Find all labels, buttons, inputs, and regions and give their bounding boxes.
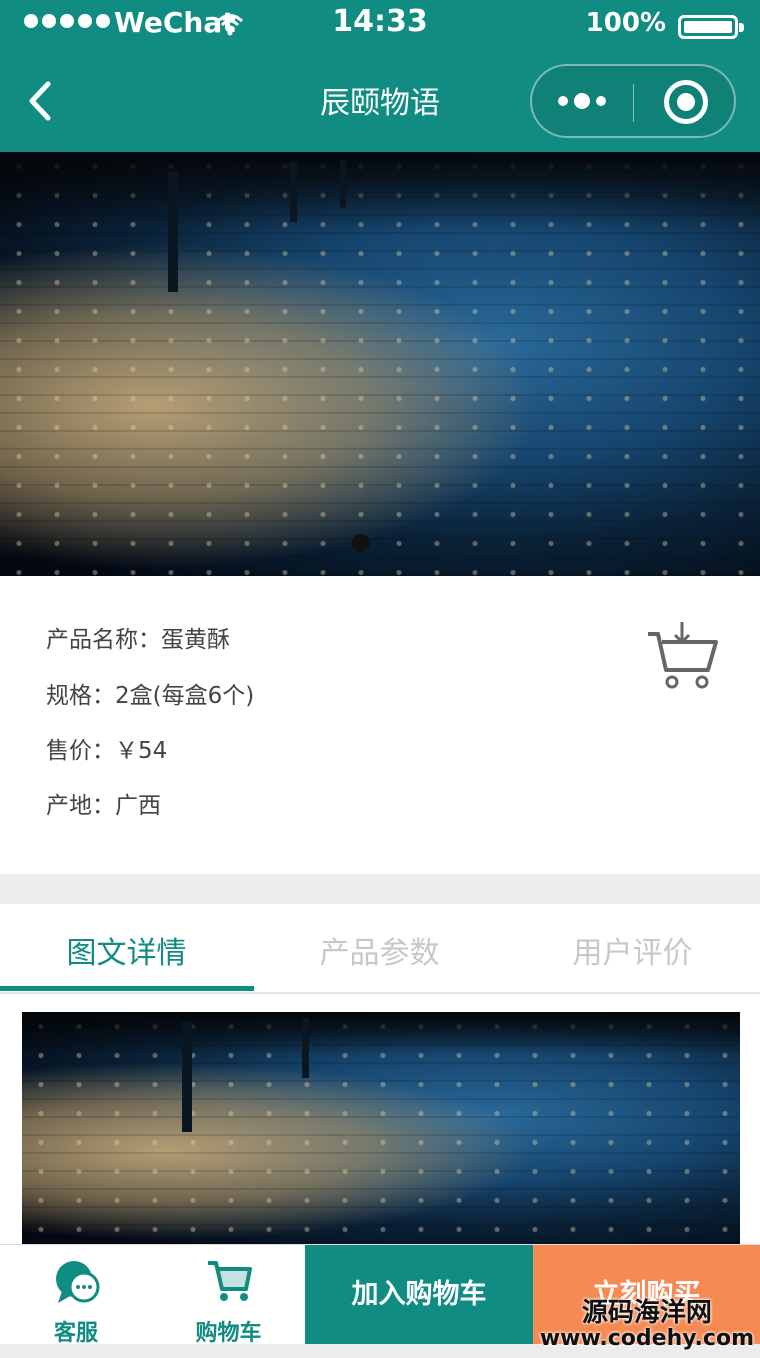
detail-image <box>22 1012 740 1244</box>
service-button[interactable]: 客服 <box>0 1245 152 1346</box>
tab-params[interactable]: 产品参数 <box>253 928 506 972</box>
detail-tabs: 图文详情 产品参数 用户评价 <box>0 904 760 994</box>
status-bar: WeChat 14:33 100% <box>0 0 760 52</box>
active-tab-indicator <box>0 986 254 991</box>
product-origin: 产地：广西 <box>46 793 161 819</box>
service-label: 客服 <box>53 1321 98 1346</box>
target-circle-icon[interactable] <box>664 80 708 124</box>
mini-program-capsule <box>530 64 736 138</box>
site-watermark: 源码海洋网 www.codehy.com <box>539 1298 754 1352</box>
top-bar: WeChat 14:33 100% 辰颐物语 <box>0 0 760 152</box>
carousel-indicator[interactable] <box>352 534 370 552</box>
cart-button[interactable]: 购物车 <box>152 1245 305 1346</box>
chat-bubble-icon <box>56 1261 100 1303</box>
section-divider <box>0 874 760 904</box>
product-spec: 规格：2盒(每盒6个) <box>46 683 255 709</box>
product-price: 售价：￥54 <box>46 738 168 764</box>
nav-bar: 辰颐物语 <box>0 60 760 140</box>
battery-percent: 100% <box>585 8 666 38</box>
battery-icon <box>678 15 744 39</box>
tab-reviews[interactable]: 用户评价 <box>506 928 759 972</box>
cart-download-icon[interactable] <box>644 620 720 690</box>
hero-image[interactable] <box>0 152 760 576</box>
cart-icon <box>208 1261 252 1301</box>
product-name: 产品名称：蛋黄酥 <box>46 627 230 653</box>
add-to-cart-button[interactable]: 加入购物车 <box>305 1245 533 1345</box>
cart-label: 购物车 <box>195 1321 262 1346</box>
watermark-url: www.codehy.com <box>539 1326 754 1352</box>
watermark-title: 源码海洋网 <box>581 1298 712 1328</box>
tab-detail[interactable]: 图文详情 <box>0 928 253 972</box>
capsule-divider <box>633 84 634 122</box>
more-dots-icon[interactable] <box>558 93 606 109</box>
